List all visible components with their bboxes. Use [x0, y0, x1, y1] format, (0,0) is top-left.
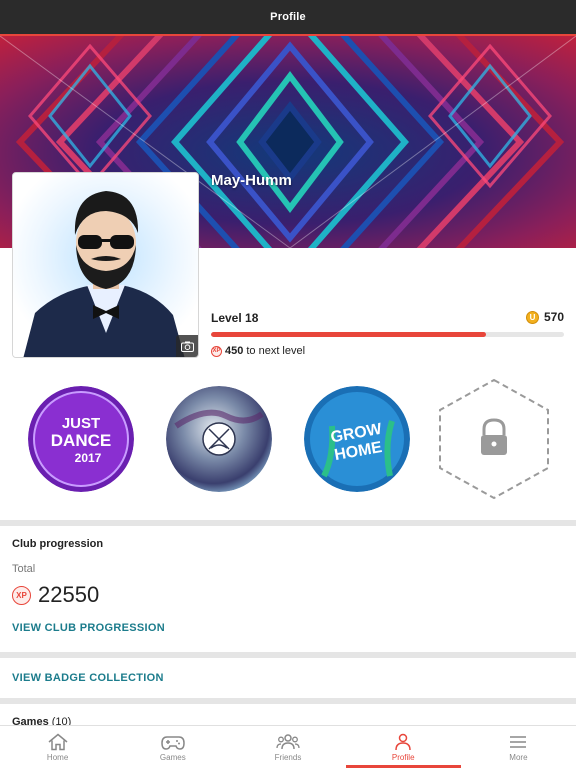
nav-label-profile: Profile [391, 752, 415, 762]
nav-label-games: Games [159, 752, 186, 762]
lock-icon [481, 418, 507, 455]
profile-icon [395, 733, 411, 750]
next-level-xp: 450 [225, 345, 244, 357]
nav-label-friends: Friends [274, 752, 302, 762]
next-level-text: to next level [246, 345, 306, 357]
nav-games[interactable]: Games [115, 726, 230, 768]
section-divider [0, 698, 576, 704]
menu-icon [510, 735, 527, 748]
xp-icon: XP [211, 345, 222, 357]
coin-count: 570 [543, 310, 564, 324]
nav-label-more: More [509, 752, 528, 762]
gamepad-icon [161, 735, 185, 750]
coin-balance: U 570 [525, 310, 564, 324]
total-label: Total [12, 563, 36, 575]
section-divider [0, 652, 576, 658]
section-divider [0, 520, 576, 526]
level-progress-fill [211, 332, 487, 337]
badge-text-dance: DANCE [51, 431, 111, 450]
username: May-Humm [211, 172, 292, 189]
camera-icon [180, 341, 194, 352]
badge-text-2017: 2017 [75, 451, 102, 465]
coin-icon: U [525, 310, 539, 324]
total-xp: XP 22550 [12, 582, 99, 608]
badge-text-just: JUST [62, 415, 100, 432]
home-icon [48, 733, 68, 750]
nav-friends[interactable]: Friends [230, 726, 345, 768]
friends-icon [276, 733, 300, 749]
bottom-nav: Home Games Friends Profile More [0, 725, 576, 768]
total-xp-value: 22550 [38, 582, 100, 607]
avatar[interactable] [12, 172, 199, 358]
nav-label-home: Home [46, 752, 69, 762]
nav-more[interactable]: More [461, 726, 576, 768]
page-title: Profile [270, 11, 306, 23]
top-bar: Profile [0, 0, 576, 36]
badge-just-dance-2017[interactable]: JUST DANCE 2017 [28, 386, 134, 492]
club-progression-title: Club progression [12, 538, 104, 550]
view-badge-collection-link[interactable]: VIEW BADGE COLLECTION [12, 672, 164, 684]
view-club-progression-link[interactable]: VIEW CLUB PROGRESSION [12, 622, 165, 634]
change-photo-button[interactable] [176, 335, 198, 357]
nav-profile[interactable]: Profile [345, 726, 462, 768]
profile-screen: Profile May-Humm Level 18 U 570 XP 450 t… [0, 0, 576, 768]
xp-icon: XP [12, 585, 31, 605]
nav-home[interactable]: Home [0, 726, 115, 768]
badge-steep[interactable] [166, 386, 272, 492]
level-progress-bar [211, 332, 564, 337]
level-label: Level 18 [211, 311, 259, 325]
next-level-info: XP 450 to next level [211, 345, 305, 357]
badge-grow-home[interactable]: GROW HOME [304, 386, 410, 492]
badge-locked[interactable] [437, 377, 551, 501]
